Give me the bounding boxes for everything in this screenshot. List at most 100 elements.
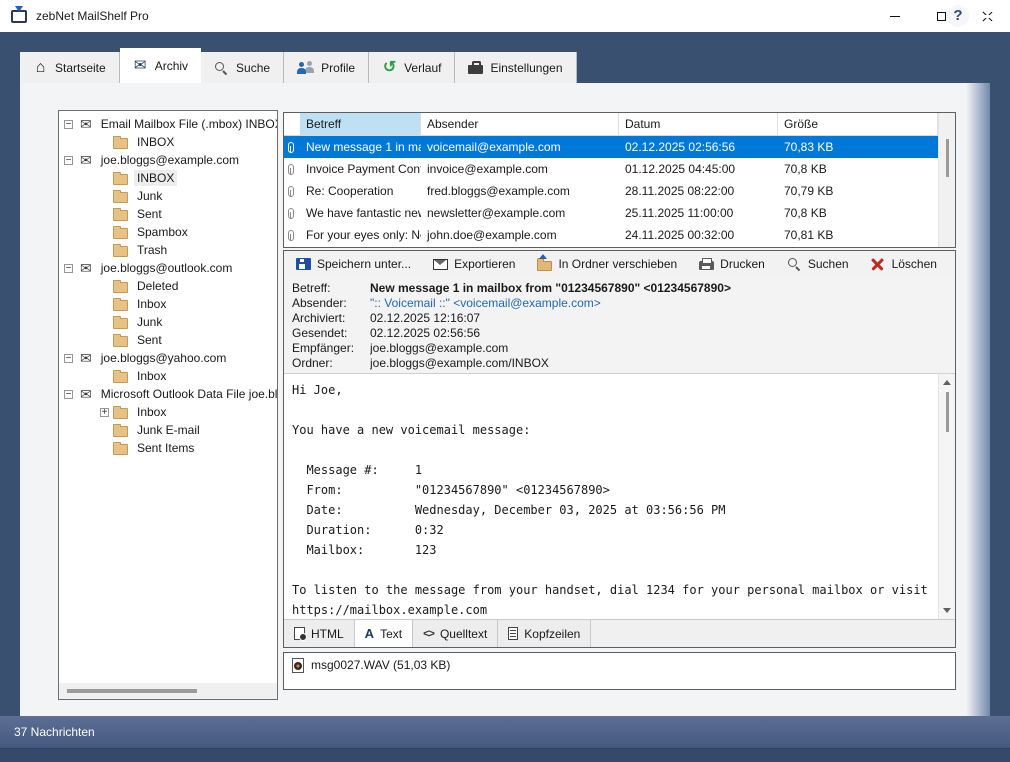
toolbar-button[interactable]: Exportieren [425, 252, 529, 276]
mail-row[interactable]: New message 1 in mailbox ... voicemail@e… [284, 136, 938, 158]
main-tab[interactable]: Archiv [120, 48, 201, 83]
hamburger-menu-icon[interactable] [985, 9, 1005, 24]
paperclip-icon [288, 164, 294, 175]
tree-item[interactable]: Inbox [59, 403, 277, 421]
mail-size: 70,8 KB [778, 206, 938, 220]
tree-item[interactable]: Email Mailbox File (.mbox) INBOX [59, 115, 277, 133]
tree-item[interactable]: joe.bloggs@example.com [59, 151, 277, 169]
header-actions: ? [947, 5, 1005, 27]
column-absender[interactable]: Absender [421, 113, 619, 135]
tree-item[interactable]: joe.bloggs@yahoo.com [59, 349, 277, 367]
media-file-icon [292, 658, 304, 673]
attachment-bar: msg0027.WAV (51,03 KB) [283, 652, 956, 690]
paperclip-icon [288, 142, 294, 153]
column-groesse[interactable]: Größe [778, 113, 938, 135]
detail-value: ":: Voicemail ::" <voicemail@example.com… [370, 296, 601, 311]
mail-subject: Invoice Payment Confirma... [300, 162, 421, 176]
toolbar-button[interactable]: Speichern unter... [288, 252, 425, 276]
toolbar-button[interactable]: Löschen [863, 252, 951, 276]
tree-horizontal-scrollbar[interactable] [59, 683, 277, 699]
scroll-down-icon[interactable] [943, 608, 951, 613]
attachment-name[interactable]: msg0027.WAV (51,03 KB) [311, 658, 450, 673]
tree-item[interactable]: Junk E-mail [59, 421, 277, 439]
toolbar-button[interactable]: Suchen [779, 252, 863, 276]
tree-item[interactable]: Sent [59, 331, 277, 349]
attachment-cell [284, 164, 300, 175]
main-tab-icon [297, 61, 314, 74]
view-tab[interactable]: Kopfzeilen [498, 620, 591, 647]
tree-item[interactable]: Junk [59, 187, 277, 205]
mail-row[interactable]: Invoice Payment Confirma... invoice@exam… [284, 158, 938, 180]
main-tab[interactable]: Profile [284, 52, 369, 83]
toolbar-button[interactable]: Drucken [691, 252, 779, 276]
main-tab[interactable]: Einstellungen [455, 52, 576, 83]
detail-value: 02.12.2025 12:16:07 [370, 311, 480, 326]
tree-item-icon [113, 228, 128, 239]
tree-item-label: Junk [134, 314, 165, 330]
mail-row[interactable]: We have fantastic news for... newsletter… [284, 202, 938, 224]
mail-list-scrollbar-thumb[interactable] [946, 139, 949, 177]
message-scrollbar-thumb[interactable] [946, 392, 949, 432]
column-datum[interactable]: Datum [619, 113, 778, 135]
tree-item[interactable]: Sent Items [59, 439, 277, 457]
minimize-button[interactable] [872, 0, 918, 32]
tree-item[interactable]: Deleted [59, 277, 277, 295]
tree-item-label: Inbox [134, 296, 169, 312]
view-tab[interactable]: Quelltext [413, 620, 498, 647]
main-tab-label: Suche [236, 61, 270, 75]
folder-tree-panel: Email Mailbox File (.mbox) INBOX INBOX j… [58, 110, 278, 700]
tree-item[interactable]: INBOX [59, 169, 277, 187]
tree-expander-icon[interactable] [64, 264, 73, 273]
tree-expander-icon[interactable] [64, 390, 73, 399]
tree-expander-icon[interactable] [64, 120, 73, 129]
toolbar-button[interactable]: In Ordner verschieben [529, 252, 691, 276]
main-tab[interactable]: Startseite [20, 52, 120, 83]
message-toolbar: Speichern unter... Exportieren In Ordner… [284, 251, 955, 277]
tree-item[interactable]: Junk [59, 313, 277, 331]
tree-item[interactable]: Inbox [59, 367, 277, 385]
view-tab[interactable]: HTML [284, 620, 355, 647]
view-tab[interactable]: Text [355, 620, 413, 647]
tree-expander-icon[interactable] [64, 156, 73, 165]
status-bar: 37 Nachrichten [0, 716, 1010, 748]
toolbar-button-icon [296, 258, 311, 270]
detail-value: joe.bloggs@example.com/INBOX [370, 356, 549, 371]
tree-item[interactable]: Sent [59, 205, 277, 223]
tree-item[interactable]: Microsoft Outlook Data File joe.bl [59, 385, 277, 403]
paperclip-icon [288, 186, 294, 197]
column-betreff[interactable]: Betreff [300, 113, 421, 135]
tree-item-label: Sent [134, 332, 165, 348]
toolbar-button[interactable]: Markieren ▾ [951, 252, 956, 276]
detail-label: Empfänger: [292, 341, 370, 356]
toolbar-button-label: Exportieren [454, 257, 515, 271]
titlebar: zebNet MailShelf Pro [0, 0, 1010, 32]
tree-item[interactable]: INBOX [59, 133, 277, 151]
tree-item-label: joe.bloggs@example.com [98, 152, 242, 168]
tree-expander-icon[interactable] [64, 354, 73, 363]
mail-row[interactable]: Re: Cooperation fred.bloggs@example.com … [284, 180, 938, 202]
mail-row[interactable]: For your eyes only: New ke... john.doe@e… [284, 224, 938, 246]
tree-item-icon [80, 260, 92, 277]
scroll-up-icon[interactable] [943, 380, 951, 385]
tree-item[interactable]: Inbox [59, 295, 277, 313]
main-tab[interactable]: Suche [201, 52, 284, 83]
tree-item-icon [113, 192, 128, 203]
tree-item[interactable]: Spambox [59, 223, 277, 241]
main-tab[interactable]: Verlauf [369, 52, 455, 83]
tree-item-icon [80, 350, 92, 367]
main-tab-label: Archiv [155, 59, 188, 73]
mail-list-scrollbar[interactable] [938, 113, 955, 247]
message-details: Betreff: New message 1 in mailbox from "… [284, 277, 955, 373]
tree-item[interactable]: Trash [59, 241, 277, 259]
message-body-scrollbar[interactable] [938, 374, 955, 619]
tree-expander-icon[interactable] [100, 408, 109, 417]
detail-row: Betreff: New message 1 in mailbox from "… [292, 281, 955, 296]
tree-item[interactable]: joe.bloggs@outlook.com [59, 259, 277, 277]
tree-item-label: Inbox [134, 404, 169, 420]
column-attachment[interactable] [284, 113, 300, 135]
help-button[interactable]: ? [947, 5, 969, 27]
detail-row: Ordner: joe.bloggs@example.com/INBOX [292, 356, 955, 371]
tree-scrollbar-thumb[interactable] [67, 689, 197, 693]
mail-size: 70,79 KB [778, 184, 938, 198]
view-tab-label: Quelltext [440, 627, 487, 641]
